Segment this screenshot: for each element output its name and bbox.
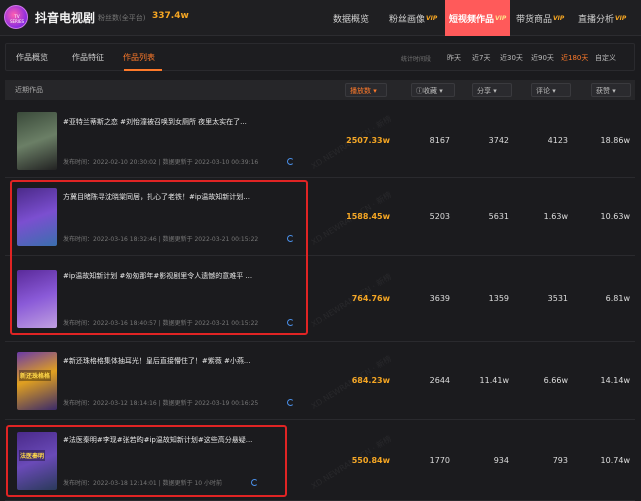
favorites-value: 2644 (429, 376, 450, 385)
update-time: 数据更新于 2022-03-19 00:16:25 (162, 400, 259, 408)
range-30d[interactable]: 近30天 (500, 53, 523, 63)
video-thumbnail[interactable]: 新还珠格格 (17, 352, 57, 410)
account-logo-icon: TV SERIES (4, 5, 28, 29)
shares-value: 1359 (488, 294, 509, 303)
tab-works-features[interactable]: 作品特征 (72, 52, 104, 63)
logo-text: TV SERIES (9, 14, 25, 24)
video-title[interactable]: #新还珠格格集体抽耳光！皇后直接懵住了！#紫薇 #小燕... (63, 356, 251, 366)
video-meta: 发布时间：2022-02-10 20:30:02 | 数据更新于 2022-03… (63, 157, 258, 166)
tab-works-overview[interactable]: 作品概览 (16, 52, 48, 63)
col-favorites-sort[interactable]: ⓘ收藏 ▾ (411, 83, 455, 97)
favorites-value: 5203 (429, 212, 450, 221)
range-custom[interactable]: 自定义 (595, 53, 616, 63)
sort-down-icon: ▾ (371, 87, 377, 95)
col-plays-sort[interactable]: 播放数 ▾ (345, 83, 387, 97)
thumbnail-caption: 新还珠格格 (19, 370, 52, 381)
comments-value: 793 (552, 455, 568, 465)
col-shares-sort[interactable]: 分享 ▾ (472, 83, 512, 97)
range-7d[interactable]: 近7天 (472, 53, 490, 63)
range-yesterday[interactable]: 昨天 (447, 53, 461, 63)
vip-badge: VIP (426, 14, 438, 22)
shares-value: 5631 (488, 212, 509, 221)
range-label: 统计时间段 (401, 56, 432, 63)
comments-value: 3531 (547, 294, 568, 303)
comments-value: 4123 (547, 136, 568, 145)
video-meta: 发布时间：2022-03-12 18:14:16 | 数据更新于 2022-03… (63, 398, 258, 407)
help-icon: ⓘ (416, 87, 423, 95)
shares-value: 934 (493, 455, 509, 465)
account-name: 抖音电视剧 (35, 11, 96, 25)
table-row[interactable]: 新还珠格格 #新还珠格格集体抽耳光！皇后直接懵住了！#紫薇 #小燕... 发布时间：… (5, 342, 635, 420)
range-90d[interactable]: 近90天 (531, 53, 554, 63)
nav-fan-portrait[interactable]: 粉丝画像 VIP (389, 0, 437, 36)
highlight-box (10, 180, 308, 335)
likes-value: 18.86w (600, 136, 630, 145)
vip-badge: VIP (553, 14, 565, 22)
favorites-value: 3639 (429, 294, 450, 303)
nav-short-videos[interactable]: 短视频作品 VIP (445, 0, 511, 36)
video-title[interactable]: #亚特兰蒂斯之恋 #刘怡潼被召唤到女厕所 夜里太实在了... (63, 117, 247, 127)
table-row[interactable]: #亚特兰蒂斯之恋 #刘怡潼被召唤到女厕所 夜里太实在了... 发布时间：2022-… (5, 104, 635, 178)
sort-icon: ▾ (610, 87, 616, 95)
sub-tab-bar: 作品概览 作品特征 作品列表 统计时间段 昨天 近7天 近30天 近90天 近1… (5, 43, 635, 71)
refresh-icon[interactable] (287, 399, 294, 407)
likes-value: 6.81w (605, 294, 630, 303)
likes-value: 10.74w (600, 455, 630, 465)
comments-value: 6.66w (543, 376, 568, 385)
publish-time: 发布时间：2022-03-12 18:14:16 (63, 400, 157, 408)
nav-data-overview[interactable]: 数据概览 (333, 0, 369, 36)
video-thumbnail[interactable] (17, 112, 57, 170)
fans-value: 337.4w (152, 11, 189, 21)
active-tab-underline (124, 69, 162, 71)
update-time: 数据更新于 2022-03-10 00:39:16 (162, 159, 259, 167)
likes-value: 10.63w (600, 212, 630, 221)
top-bar: TV SERIES 抖音电视剧 粉丝数(全平台) 337.4w 数据概览 粉丝画… (0, 0, 641, 36)
nav-live-analysis[interactable]: 直播分析 VIP (578, 0, 626, 36)
vip-badge: VIP (615, 14, 627, 22)
likes-value: 14.14w (600, 376, 630, 385)
tab-works-list[interactable]: 作品列表 (123, 52, 155, 63)
col-works: 近期作品 (15, 86, 43, 94)
col-comments-sort[interactable]: 评论 ▾ (531, 83, 571, 97)
highlight-box (6, 425, 287, 497)
range-180d[interactable]: 近180天 (561, 53, 588, 63)
favorites-value: 1770 (429, 455, 450, 465)
refresh-icon[interactable] (287, 158, 294, 166)
col-likes-sort[interactable]: 获赞 ▾ (591, 83, 631, 97)
comments-value: 1.63w (543, 212, 568, 221)
publish-time: 发布时间：2022-02-10 20:30:02 (63, 159, 157, 167)
favorites-value: 8167 (429, 136, 450, 145)
sort-icon: ▾ (437, 87, 443, 95)
shares-value: 11.41w (479, 376, 509, 385)
sort-icon: ▾ (491, 87, 497, 95)
table-header: 近期作品 播放数 ▾ ⓘ收藏 ▾ 分享 ▾ 评论 ▾ 获赞 ▾ (5, 80, 635, 100)
sort-icon: ▾ (550, 87, 556, 95)
nav-products[interactable]: 带货商品 VIP (516, 0, 564, 36)
fans-label: 粉丝数(全平台) (98, 14, 146, 22)
shares-value: 3742 (488, 136, 509, 145)
vip-badge: VIP (495, 14, 507, 22)
